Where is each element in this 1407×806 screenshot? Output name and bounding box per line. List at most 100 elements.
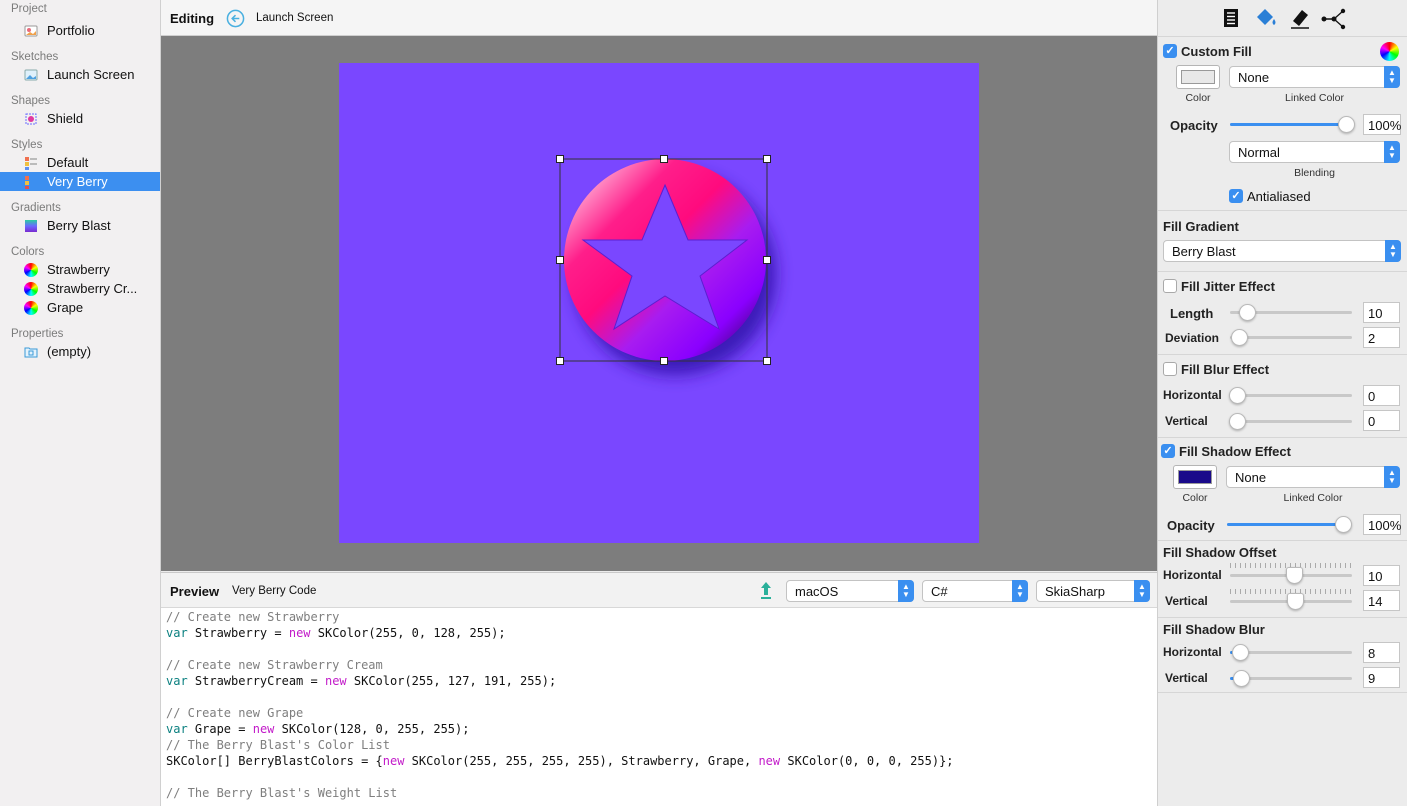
sidebar-item-portfolio[interactable]: Portfolio bbox=[0, 21, 160, 40]
blur-vertical-slider[interactable] bbox=[1230, 420, 1352, 423]
library-select[interactable]: SkiaSharp ▲ ▼ bbox=[1036, 580, 1150, 602]
offset-vertical-field[interactable]: 14 bbox=[1363, 590, 1400, 611]
code-token: SKColor[] BerryBlastColors = { bbox=[166, 754, 383, 768]
code-token: SKColor(128, 0, 255, 255); bbox=[274, 722, 470, 736]
opacity-slider-knob[interactable] bbox=[1338, 116, 1355, 133]
sidebar-item-empty[interactable]: (empty) bbox=[0, 342, 160, 361]
inspector-panel: ✓ Custom Fill Color None ▲ ▼ Linked Color… bbox=[1157, 0, 1407, 806]
design-canvas[interactable] bbox=[161, 36, 1157, 571]
code-preview[interactable]: // Create new Strawberry var Strawberry =… bbox=[161, 608, 1157, 806]
opacity-label: Opacity bbox=[1170, 118, 1218, 133]
code-token: var bbox=[166, 674, 188, 688]
code-line: var Strawberry = new SKColor(255, 0, 128… bbox=[166, 625, 1157, 641]
app-window: Project Portfolio Sketches Launch Screen… bbox=[0, 0, 1407, 806]
jitter-deviation-slider[interactable] bbox=[1230, 336, 1352, 339]
editing-subtitle: Launch Screen bbox=[256, 12, 334, 24]
platform-value: macOS bbox=[795, 583, 839, 599]
custom-fill-checkbox[interactable]: ✓ bbox=[1163, 44, 1177, 58]
shadow-opacity-knob[interactable] bbox=[1335, 516, 1352, 533]
divider bbox=[1158, 540, 1407, 541]
fill-color-swatch[interactable] bbox=[1176, 65, 1220, 89]
divider bbox=[1158, 271, 1407, 272]
shadow-blur-vertical-knob[interactable] bbox=[1233, 670, 1250, 687]
shadow-blur-horizontal-label: Horizontal bbox=[1163, 645, 1222, 659]
blur-horizontal-field[interactable]: 0 bbox=[1363, 385, 1400, 406]
offset-horizontal-knob[interactable] bbox=[1286, 567, 1303, 584]
blur-horizontal-label: Horizontal bbox=[1163, 388, 1222, 402]
sidebar-item-label: Default bbox=[47, 155, 89, 170]
shadow-opacity-slider-fill bbox=[1227, 523, 1343, 526]
jitter-length-knob[interactable] bbox=[1239, 304, 1256, 321]
linked-color-label: Linked Color bbox=[1285, 92, 1344, 104]
linked-color-select[interactable]: None ▲ ▼ bbox=[1229, 66, 1400, 88]
sidebar-item-berry-blast[interactable]: Berry Blast bbox=[0, 216, 160, 235]
artboard[interactable] bbox=[339, 63, 979, 543]
antialiased-checkbox[interactable]: ✓ bbox=[1229, 189, 1243, 203]
platform-select[interactable]: macOS ▲ ▼ bbox=[786, 580, 914, 602]
offset-horizontal-field[interactable]: 10 bbox=[1363, 565, 1400, 586]
node-tree-icon[interactable] bbox=[1320, 8, 1346, 30]
fill-jitter-checkbox[interactable] bbox=[1163, 279, 1177, 293]
fill-jitter-title: Fill Jitter Effect bbox=[1181, 279, 1275, 294]
preview-title: Preview bbox=[170, 584, 220, 599]
shadow-blur-horizontal-knob[interactable] bbox=[1232, 644, 1249, 661]
sidebar-item-label: Berry Blast bbox=[47, 218, 111, 233]
shadow-opacity-field[interactable]: 100% bbox=[1363, 514, 1401, 535]
fill-gradient-select[interactable]: Berry Blast ▲ ▼ bbox=[1163, 240, 1401, 262]
opacity-field[interactable]: 100% bbox=[1363, 114, 1401, 135]
antialiased-label: Antialiased bbox=[1247, 189, 1311, 204]
sidebar-item-strawberry[interactable]: Strawberry bbox=[0, 260, 160, 279]
shadow-blur-horizontal-field[interactable]: 8 bbox=[1363, 642, 1400, 663]
jitter-deviation-field[interactable]: 2 bbox=[1363, 327, 1400, 348]
code-token: // The Berry Blast's Color List bbox=[166, 738, 390, 752]
blur-horizontal-slider[interactable] bbox=[1230, 394, 1352, 397]
shadow-blur-title: Fill Shadow Blur bbox=[1163, 622, 1265, 637]
code-token: // The Berry Blast's Weight List bbox=[166, 786, 398, 800]
eraser-icon[interactable] bbox=[1288, 6, 1312, 30]
chevron-updown-icon: ▲ ▼ bbox=[898, 580, 914, 602]
blur-vertical-field[interactable]: 0 bbox=[1363, 410, 1400, 431]
sidebar-item-strawberry-cream[interactable]: Strawberry Cr... bbox=[0, 279, 160, 298]
code-line: // Create new Strawberry bbox=[166, 609, 1157, 625]
shadow-blur-vertical-field[interactable]: 9 bbox=[1363, 667, 1400, 688]
shadow-opacity-label: Opacity bbox=[1167, 518, 1215, 533]
sidebar-item-launch-screen[interactable]: Launch Screen bbox=[0, 65, 160, 84]
shadow-color-swatch[interactable] bbox=[1173, 465, 1217, 489]
fill-blur-title: Fill Blur Effect bbox=[1181, 362, 1270, 377]
blur-vertical-knob[interactable] bbox=[1229, 413, 1246, 430]
jitter-deviation-knob[interactable] bbox=[1231, 329, 1248, 346]
jitter-length-field[interactable]: 10 bbox=[1363, 302, 1400, 323]
sidebar-item-label: Very Berry bbox=[47, 174, 108, 189]
code-line: var StrawberryCream = new SKColor(255, 1… bbox=[166, 673, 1157, 689]
offset-vertical-knob[interactable] bbox=[1287, 593, 1304, 610]
language-select[interactable]: C# ▲ ▼ bbox=[922, 580, 1028, 602]
shadow-linked-color-label: Linked Color bbox=[1283, 492, 1343, 504]
code-line: SKColor[] BerryBlastColors = {new SKColo… bbox=[166, 753, 1157, 769]
blending-label: Blending bbox=[1294, 167, 1335, 179]
color-wheel-icon bbox=[24, 300, 38, 315]
back-arrow-icon[interactable] bbox=[226, 9, 245, 28]
blur-horizontal-knob[interactable] bbox=[1229, 387, 1246, 404]
paint-bucket-icon[interactable] bbox=[1254, 7, 1278, 29]
shadow-linked-color-select[interactable]: None ▲ ▼ bbox=[1226, 466, 1400, 488]
sidebar-item-label: (empty) bbox=[47, 344, 92, 359]
sidebar-item-default[interactable]: Default bbox=[0, 153, 160, 172]
folder-icon bbox=[24, 347, 38, 357]
blending-select[interactable]: Normal ▲ ▼ bbox=[1229, 141, 1400, 163]
export-icon[interactable] bbox=[757, 580, 775, 600]
editing-title: Editing bbox=[170, 11, 215, 26]
divider bbox=[1158, 692, 1407, 693]
shadow-linked-color-value: None bbox=[1235, 469, 1267, 485]
chevron-updown-icon: ▲ ▼ bbox=[1384, 466, 1400, 488]
fill-color-label: Color bbox=[1185, 92, 1211, 104]
code-token: Grape = bbox=[187, 722, 253, 736]
sidebar-item-shield[interactable]: Shield bbox=[0, 109, 160, 128]
shield-shape[interactable] bbox=[339, 63, 979, 543]
list-icon[interactable] bbox=[1222, 8, 1240, 28]
color-wheel-icon[interactable] bbox=[1380, 42, 1399, 61]
sidebar-item-very-berry[interactable]: Very Berry bbox=[0, 172, 160, 191]
fill-shadow-checkbox[interactable]: ✓ bbox=[1161, 444, 1175, 458]
fill-blur-checkbox[interactable] bbox=[1163, 362, 1177, 376]
sidebar-item-grape[interactable]: Grape bbox=[0, 298, 160, 317]
